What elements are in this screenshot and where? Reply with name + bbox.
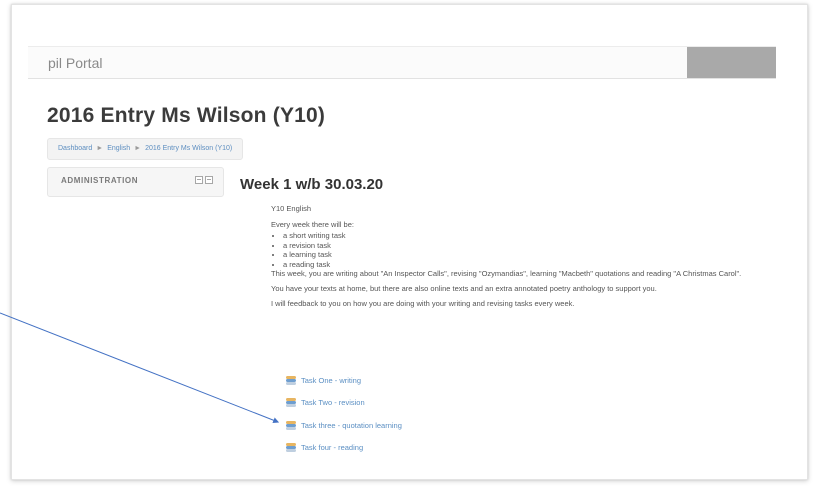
annotation-arrow	[0, 312, 280, 424]
